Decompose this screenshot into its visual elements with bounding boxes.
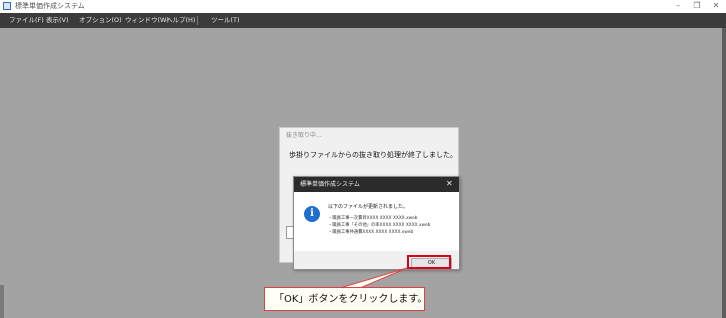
progress-dialog-title: 抜き取り中... [286, 132, 322, 139]
updated-file-item: ・職員工事一次費目XXXX XXXX XXXX.xweb [328, 216, 418, 221]
updated-file-item: ・職員工事「その他」の率XXXX XXXX XXXX.xweb [328, 223, 431, 228]
instruction-text: 「OK」ボタンをクリックします。 [274, 294, 428, 305]
vertical-scrollbar[interactable] [722, 28, 726, 318]
menu-separator [197, 16, 198, 25]
window-title: 標準単価作成システム [15, 2, 85, 10]
restore-button[interactable]: ❐ [688, 0, 706, 12]
menu-tools[interactable]: ツール(T) [211, 15, 240, 25]
menu-options[interactable]: オプション(O) [79, 15, 122, 25]
menu-file[interactable]: ファイル(F) [9, 15, 44, 25]
updated-file-item: ・職員工事共通費XXXX XXXX XXXX.xweb [328, 230, 414, 235]
message-box-title: 標準単価作成システム [300, 181, 360, 188]
menu-window[interactable]: ウィンドウ(W) [125, 15, 169, 25]
ok-button-highlight [407, 255, 451, 269]
menu-bar: ファイル(F) 表示(V) オプション(O) ウィンドウ(W) ヘルプ(H) ツ… [0, 13, 726, 28]
close-icon[interactable]: ✕ [446, 179, 453, 189]
title-bar: 標準単価作成システム – ❐ ✕ [0, 0, 726, 13]
minimize-button[interactable]: – [669, 0, 687, 12]
window-edge [0, 285, 4, 318]
menu-view[interactable]: 表示(V) [46, 15, 69, 25]
info-icon: i [304, 206, 320, 222]
message-text: 以下のファイルが更新されました。 [328, 204, 409, 210]
instruction-callout: 「OK」ボタンをクリックします。 [264, 287, 428, 311]
progress-dialog-message: 歩掛りファイルからの抜き取り処理が終了しました。 [289, 151, 457, 159]
message-box-header: 標準単価作成システム ✕ [294, 177, 459, 192]
app-icon [3, 2, 11, 10]
close-window-button[interactable]: ✕ [707, 0, 725, 12]
menu-help[interactable]: ヘルプ(H) [166, 15, 195, 25]
